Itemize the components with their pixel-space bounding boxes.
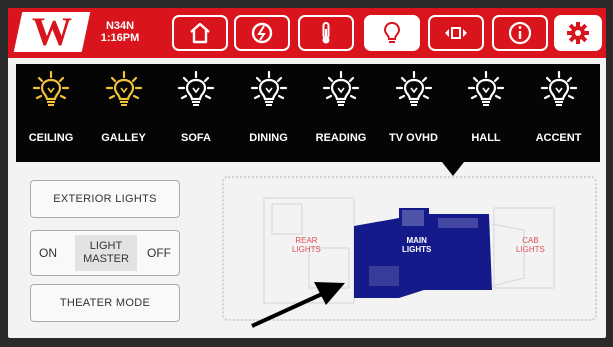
annotation-arrow [251,282,345,328]
